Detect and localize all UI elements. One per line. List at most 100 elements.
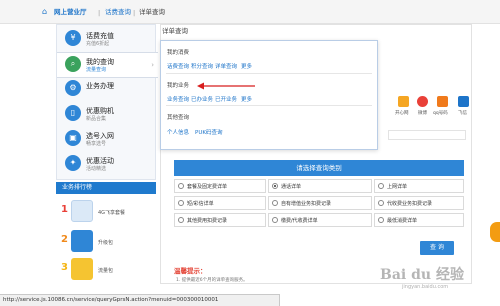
rank-label: 4G飞享套餐 xyxy=(98,210,126,216)
menu-link-more[interactable]: 更多 xyxy=(241,95,252,103)
query-option[interactable]: 套餐及固定费详单 xyxy=(174,179,266,193)
floating-side-tab[interactable] xyxy=(490,222,500,242)
menu-section-title: 其他查询 xyxy=(167,115,190,121)
rank-number: 2 xyxy=(61,234,68,245)
sidebar-item-subtitle: 充值6折起 xyxy=(86,41,110,47)
menu-link-points-query[interactable]: 积分查询 xyxy=(191,62,213,70)
page-title: 详单查询 xyxy=(162,27,188,35)
radio-button[interactable] xyxy=(378,183,384,189)
radio-button[interactable] xyxy=(178,183,184,189)
fetion-icon[interactable] xyxy=(458,96,469,107)
yen-icon: ¥ xyxy=(65,30,81,46)
query-option[interactable]: 缴费/代收费详单 xyxy=(268,213,372,227)
option-label: 缴费/代收费详单 xyxy=(281,218,318,224)
sidebar-item-number[interactable]: ▣ 选号入网 畅享选号 xyxy=(57,127,157,153)
sidebar-item-subtitle: 流量查询 xyxy=(86,67,107,73)
option-label: 套餐及固定费详单 xyxy=(187,184,228,190)
kaixin-label: 开心网 xyxy=(395,111,409,116)
weibo-icon[interactable] xyxy=(417,96,428,107)
option-label: 通话详单 xyxy=(281,184,302,190)
menu-link-business-query[interactable]: 业务查询 xyxy=(167,95,189,103)
top-breadcrumb-bar: ⌂ 网上营业厅 | 话费查询 | 详单查询 xyxy=(0,0,500,24)
tips-title: 温馨提示： xyxy=(174,267,207,275)
query-option[interactable]: 其他费用扣费记录 xyxy=(174,213,266,227)
rank-item[interactable]: 2 升级包 xyxy=(56,228,156,256)
placeholder-box xyxy=(388,130,466,140)
weibo-label: 微博 xyxy=(418,111,427,116)
sidebar-item-subtitle: 活动精选 xyxy=(86,166,107,172)
radio-button[interactable] xyxy=(378,217,384,223)
query-option[interactable]: 上网详单 xyxy=(374,179,464,193)
rank-label: 流量包 xyxy=(98,268,114,274)
sidebar-item-phones[interactable]: ▯ 优惠购机 新品合集 xyxy=(57,102,157,128)
radio-button[interactable] xyxy=(178,217,184,223)
query-button[interactable]: 查 询 xyxy=(420,241,454,255)
option-label: 最低消费详单 xyxy=(387,218,418,224)
sidebar-item-recharge[interactable]: ¥ 话费充值 充值6折起 xyxy=(57,27,157,53)
option-label: 自有增值业务扣费记录 xyxy=(281,201,332,207)
query-type-header: 请选择查询类别 xyxy=(174,160,464,176)
menu-link-opened-business[interactable]: 已开业务 xyxy=(215,95,237,103)
baidu-watermark: Bai du 经验 xyxy=(380,267,464,283)
sidebar-item-business[interactable]: ⚙ 业务办理 xyxy=(57,77,157,103)
search-icon: ⌕ xyxy=(65,56,81,72)
query-option[interactable]: 自有增值业务扣费记录 xyxy=(268,196,372,210)
rank-item[interactable]: 1 4G飞享套餐 xyxy=(56,198,156,226)
chevron-right-icon: › xyxy=(151,61,154,69)
sidebar-item-offers[interactable]: ✦ 优惠活动 活动精选 xyxy=(57,152,157,178)
option-label: 上网详单 xyxy=(387,184,408,190)
rank-number: 3 xyxy=(61,262,68,273)
qq-icon[interactable] xyxy=(437,96,448,107)
gift-icon: ✦ xyxy=(65,155,81,171)
divider xyxy=(166,105,372,106)
sidebar-item-subtitle: 畅享选号 xyxy=(86,141,107,147)
option-label: 代收费业务扣费记录 xyxy=(387,201,433,207)
rank-number: 1 xyxy=(61,204,68,215)
phone-icon: ▯ xyxy=(65,105,81,121)
rank-item[interactable]: 3 流量包 xyxy=(56,256,156,284)
kaixin-icon[interactable] xyxy=(398,96,409,107)
home-icon[interactable]: ⌂ xyxy=(42,8,51,16)
breadcrumb-item-home[interactable]: 网上营业厅 xyxy=(54,9,87,16)
sidebar-item-subtitle: 新品合集 xyxy=(86,116,107,122)
option-label: 短/彩信详单 xyxy=(187,201,214,207)
menu-link-puk-query[interactable]: PUK码查询 xyxy=(195,128,222,136)
package-image xyxy=(71,200,93,222)
radio-button-selected[interactable] xyxy=(272,183,278,189)
breadcrumb-separator: | xyxy=(98,9,101,17)
breadcrumb-item-bill-query[interactable]: 话费查询 xyxy=(105,9,131,16)
breadcrumb-separator: | xyxy=(133,9,136,17)
menu-link-personal-info[interactable]: 个人信息 xyxy=(167,128,189,136)
menu-link-detail-query[interactable]: 详单查询 xyxy=(215,62,237,70)
upgrade-image xyxy=(71,230,93,252)
sidebar-item-title: 业务办理 xyxy=(86,82,114,90)
radio-button[interactable] xyxy=(378,200,384,206)
tips-text: 1. 提供最近6个月的详单查询服务。 xyxy=(176,278,248,283)
divider xyxy=(166,73,372,74)
breadcrumb-item-detail-query: 详单查询 xyxy=(139,8,165,16)
sim-icon: ▣ xyxy=(65,130,81,146)
menu-section-title[interactable]: 我的业务 xyxy=(167,81,189,89)
menu-link-bill-query[interactable]: 话费查询 xyxy=(167,62,189,70)
radio-button[interactable] xyxy=(272,200,278,206)
sidebar: ¥ 话费充值 充值6折起 ⌕ 我的查询 流量查询 › ⚙ 业务办理 ▯ 优惠购机… xyxy=(56,24,158,180)
browser-status-bar: http://service.js.10086.cn/service/query… xyxy=(0,294,280,306)
query-dropdown-menu: 我的消费 话费查询 积分查询 详单查询 更多 我的业务 业务查询 已办业务 已开… xyxy=(160,40,378,150)
query-option[interactable]: 代收费业务扣费记录 xyxy=(374,196,464,210)
radio-button[interactable] xyxy=(272,217,278,223)
gear-icon: ⚙ xyxy=(65,80,81,96)
baidu-watermark-url: jingyan.baidu.com xyxy=(402,284,449,290)
menu-section-title: 我的消费 xyxy=(167,50,190,56)
query-option[interactable]: 最低消费详单 xyxy=(374,213,464,227)
data-pack-image xyxy=(71,258,93,280)
menu-link-more[interactable]: 更多 xyxy=(241,62,252,70)
query-option[interactable]: 短/彩信详单 xyxy=(174,196,266,210)
red-arrow-annotation xyxy=(197,82,255,90)
rank-label: 升级包 xyxy=(98,240,114,246)
radio-button[interactable] xyxy=(178,200,184,206)
option-label: 其他费用扣费记录 xyxy=(187,218,228,224)
qq-label: qq号码 xyxy=(433,111,448,116)
sidebar-item-my-query[interactable]: ⌕ 我的查询 流量查询 › xyxy=(57,52,158,78)
menu-link-handled-business[interactable]: 已办业务 xyxy=(191,95,213,103)
query-option[interactable]: 通话详单 xyxy=(268,179,372,193)
